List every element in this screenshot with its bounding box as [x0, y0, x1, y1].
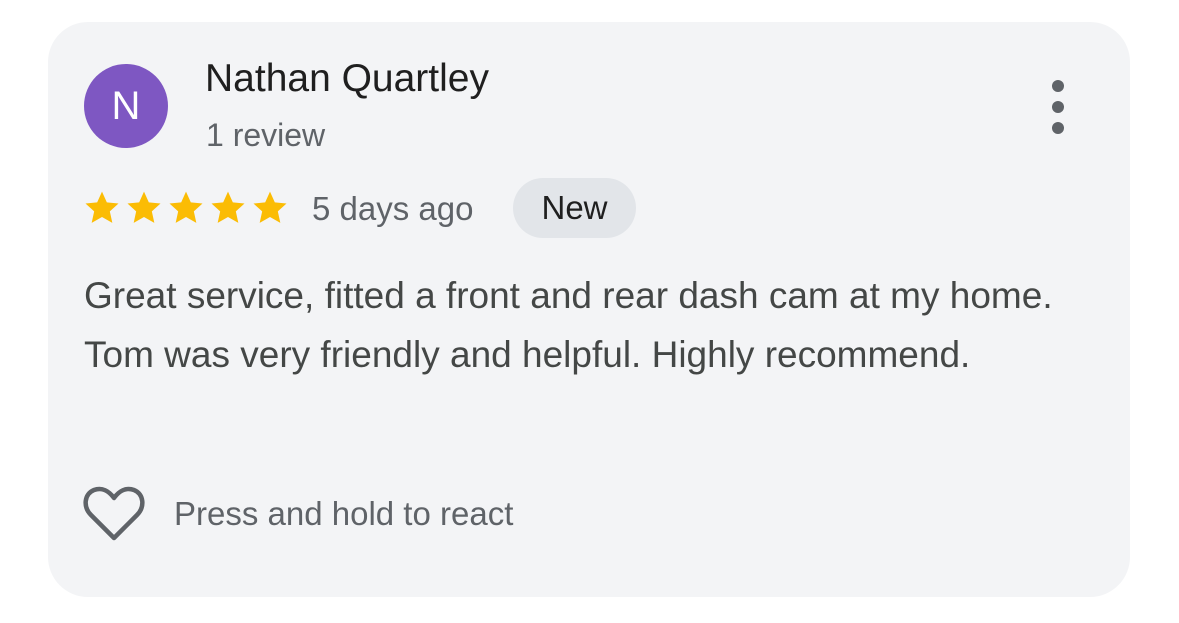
star-icon: [85, 191, 119, 223]
react-button[interactable]: [82, 485, 146, 543]
star-icon: [211, 191, 245, 223]
review-text: Great service, fitted a front and rear d…: [84, 275, 1053, 375]
react-hint: Press and hold to react: [174, 495, 514, 532]
new-badge: New: [513, 178, 636, 238]
star-icon: [127, 191, 161, 223]
star-rating: [82, 188, 290, 228]
review-count[interactable]: 1 review: [206, 116, 325, 154]
avatar[interactable]: N: [84, 64, 168, 148]
review-card: N Nathan Quartley 1 review 5 days ago Ne…: [48, 22, 1130, 597]
star-icon: [169, 191, 203, 223]
heart-outline-icon: [83, 486, 145, 541]
more-vert-icon: [1052, 80, 1064, 92]
star-icon: [253, 191, 287, 223]
reviewer-name[interactable]: Nathan Quartley: [205, 56, 489, 102]
more-options-button[interactable]: [1040, 80, 1076, 134]
review-date: 5 days ago: [312, 190, 474, 227]
